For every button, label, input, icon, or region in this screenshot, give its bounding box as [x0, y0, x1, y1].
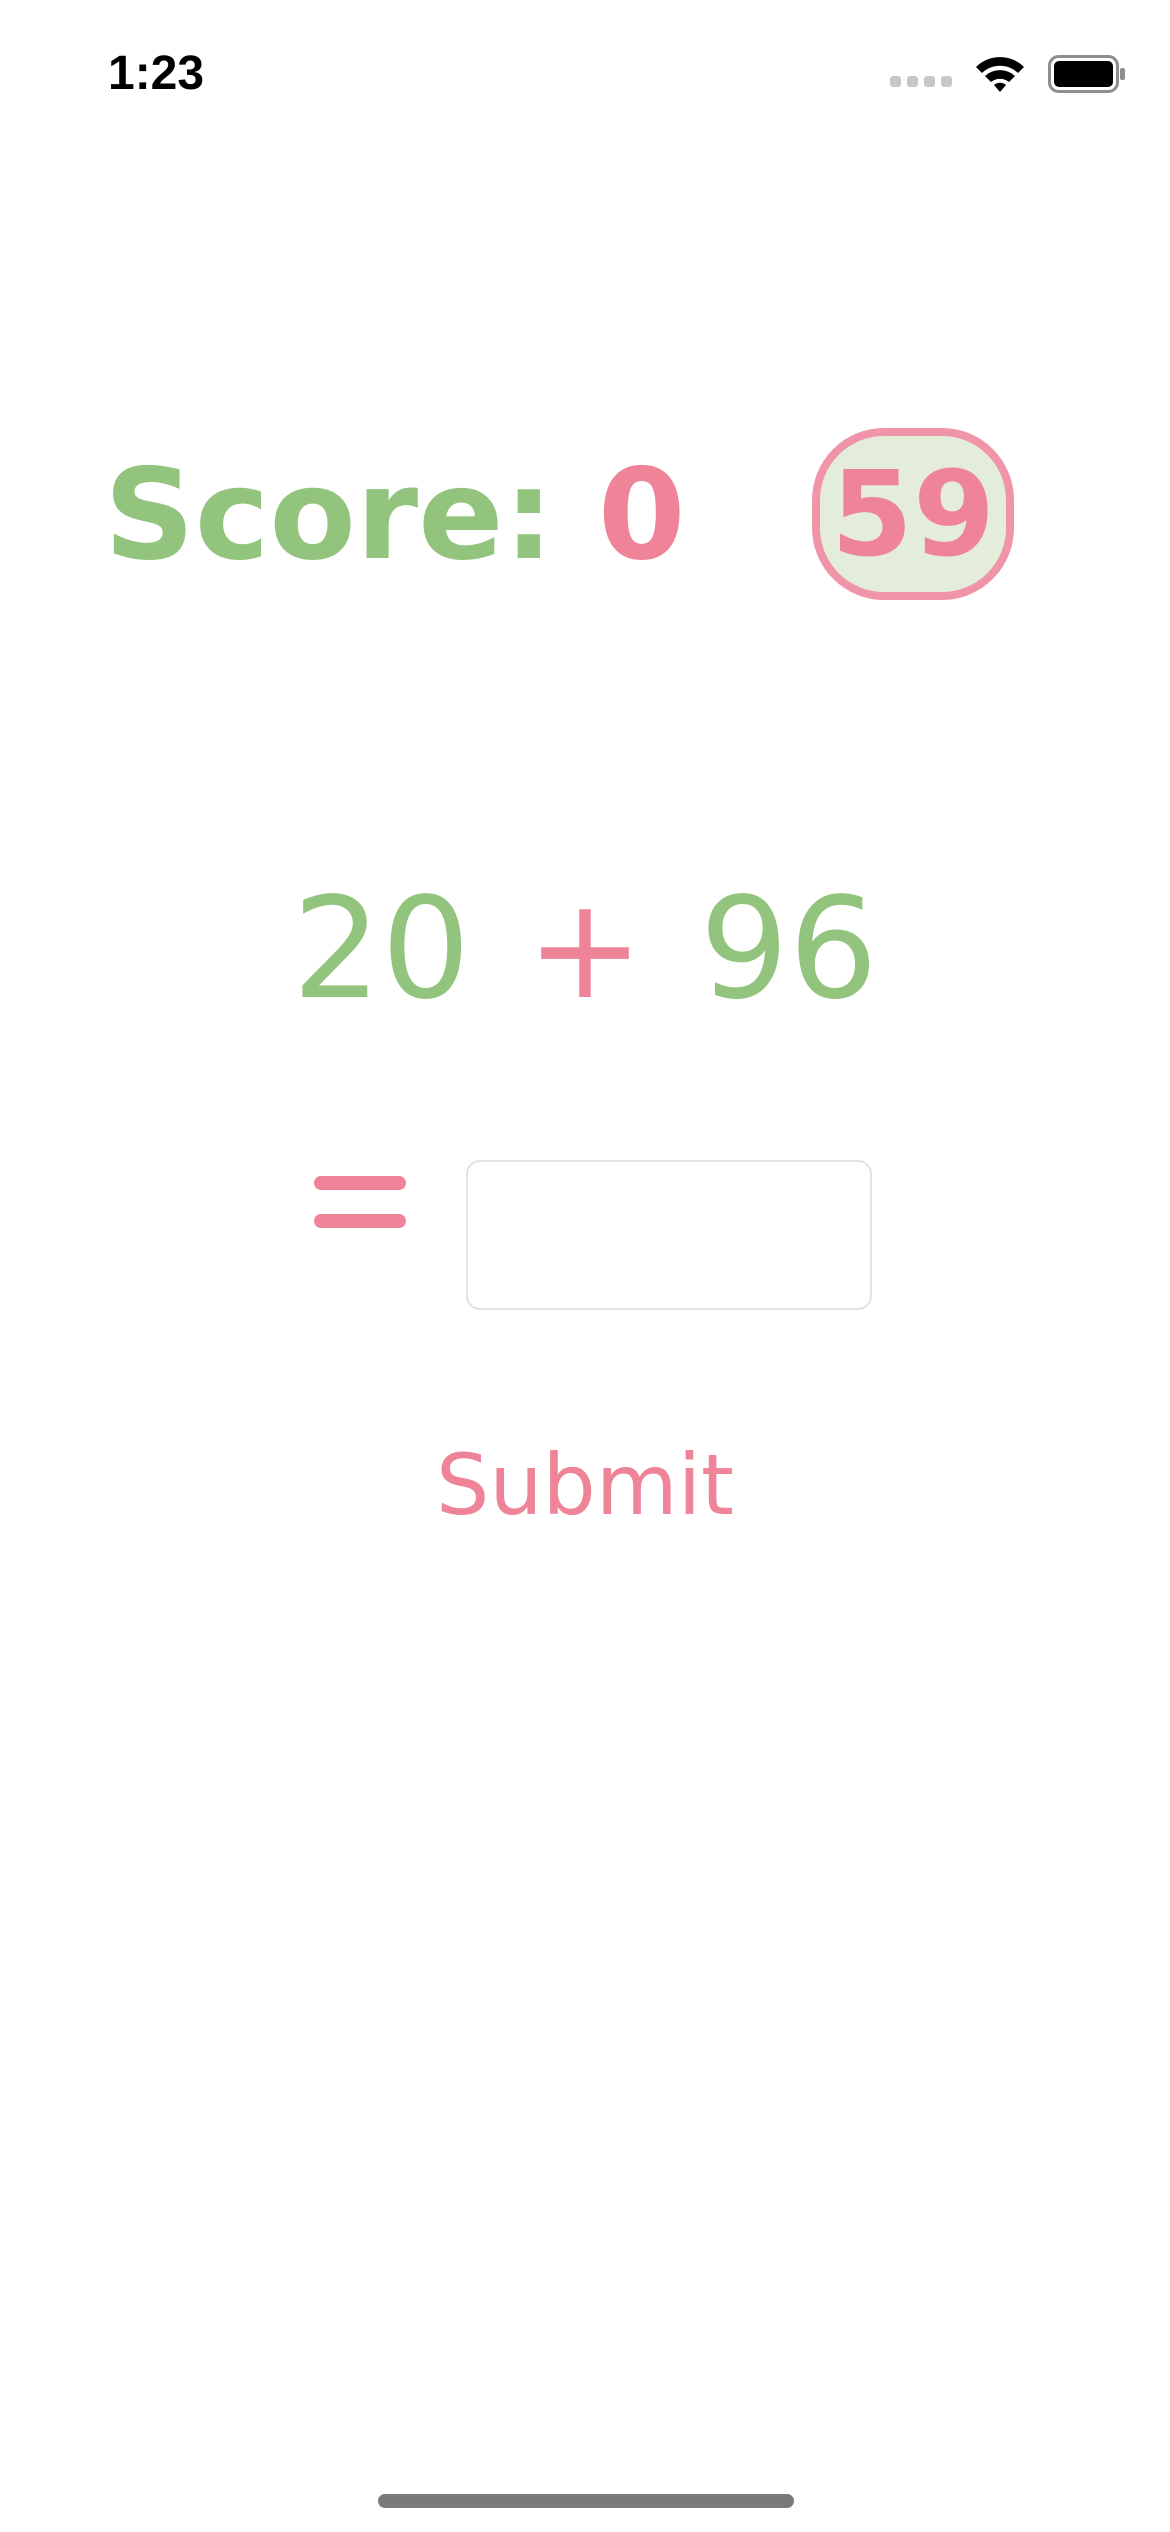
countdown-timer: 59 [812, 428, 1014, 600]
signal-dots-icon [890, 75, 952, 87]
operand-b: 96 [699, 868, 878, 1031]
answer-input[interactable] [466, 1160, 872, 1310]
operand-a: 20 [292, 868, 471, 1031]
wifi-icon [976, 57, 1024, 92]
operator: + [526, 868, 644, 1031]
home-indicator[interactable] [378, 2494, 794, 2508]
score-label: Score: [104, 441, 554, 588]
score-display: Score: 0 [104, 440, 686, 590]
math-problem: 20 +96 [0, 870, 1170, 1030]
battery-icon [1048, 55, 1125, 93]
score-value: 0 [597, 441, 686, 588]
status-icons [890, 52, 1126, 96]
equals-icon [314, 1176, 410, 1248]
submit-button[interactable]: Submit [0, 1430, 1170, 1540]
status-time: 1:23 [108, 47, 205, 100]
